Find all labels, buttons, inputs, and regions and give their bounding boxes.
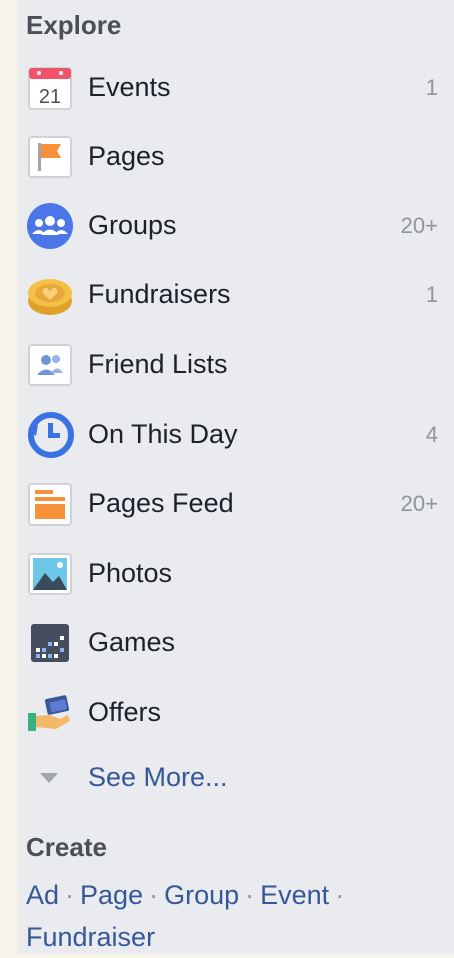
create-event-link[interactable]: Event [260,880,329,910]
sidebar-item-label: Events [88,72,171,102]
sidebar-item-label: Offers [88,697,162,727]
fundraiser-heart-icon [26,271,74,319]
offers-icon [26,689,74,737]
sidebar-item-offers[interactable]: Offers [18,683,454,743]
left-sidebar: Explore 21 Events 1 Pages Groups 20+ Fun… [18,0,454,954]
flag-icon [26,133,74,181]
create-ad-link[interactable]: Ad [26,880,59,910]
separator: · [149,880,159,910]
notification-count: 20+ [400,491,438,516]
groups-icon [26,202,74,250]
sidebar-item-friend-lists[interactable]: Friend Lists [18,335,454,395]
notification-count: 20+ [400,213,438,238]
sidebar-item-label: Fundraisers [88,279,231,309]
sidebar-item-pages[interactable]: Pages [18,127,454,187]
separator: · [245,880,255,910]
notification-count: 1 [425,282,438,307]
sidebar-item-label: Groups [88,210,177,240]
sidebar-item-fundraisers[interactable]: Fundraisers 1 [18,265,454,325]
svg-text:21: 21 [39,86,61,108]
sidebar-item-events[interactable]: 21 Events 1 [18,58,454,118]
games-icon [26,619,74,667]
sidebar-item-label: Photos [88,558,173,588]
see-more-button[interactable]: See More... [18,748,454,808]
sidebar-item-label: Friend Lists [88,349,228,379]
separator: · [65,880,75,910]
friend-list-icon [26,341,74,389]
clock-history-icon [26,411,74,459]
create-heading: Create [26,832,107,862]
explore-heading: Explore [26,10,122,40]
sidebar-item-label: On This Day [88,419,238,449]
sidebar-item-groups[interactable]: Groups 20+ [18,196,454,256]
sidebar-item-label: Pages [88,141,165,171]
notification-count: 4 [425,422,438,447]
newsfeed-icon [26,480,74,528]
calendar-icon: 21 [26,64,74,112]
sidebar-item-games[interactable]: Games [18,613,454,673]
caret-down-icon [40,773,58,783]
sidebar-item-on-this-day[interactable]: On This Day 4 [18,405,454,465]
notification-count: 1 [425,75,438,100]
sidebar-item-photos[interactable]: Photos [18,544,454,604]
create-page-link[interactable]: Page [80,880,143,910]
create-fundraiser-link[interactable]: Fundraiser [26,922,155,952]
see-more-link[interactable]: See More... [88,762,228,793]
sidebar-item-label: Games [88,627,176,657]
create-links: Ad · Page · Group · Event · Fundraiser [26,874,426,958]
sidebar-item-label: Pages Feed [88,488,234,518]
create-group-link[interactable]: Group [164,880,239,910]
sidebar-item-pages-feed[interactable]: Pages Feed 20+ [18,474,454,534]
photos-icon [26,550,74,598]
separator: · [335,880,345,910]
